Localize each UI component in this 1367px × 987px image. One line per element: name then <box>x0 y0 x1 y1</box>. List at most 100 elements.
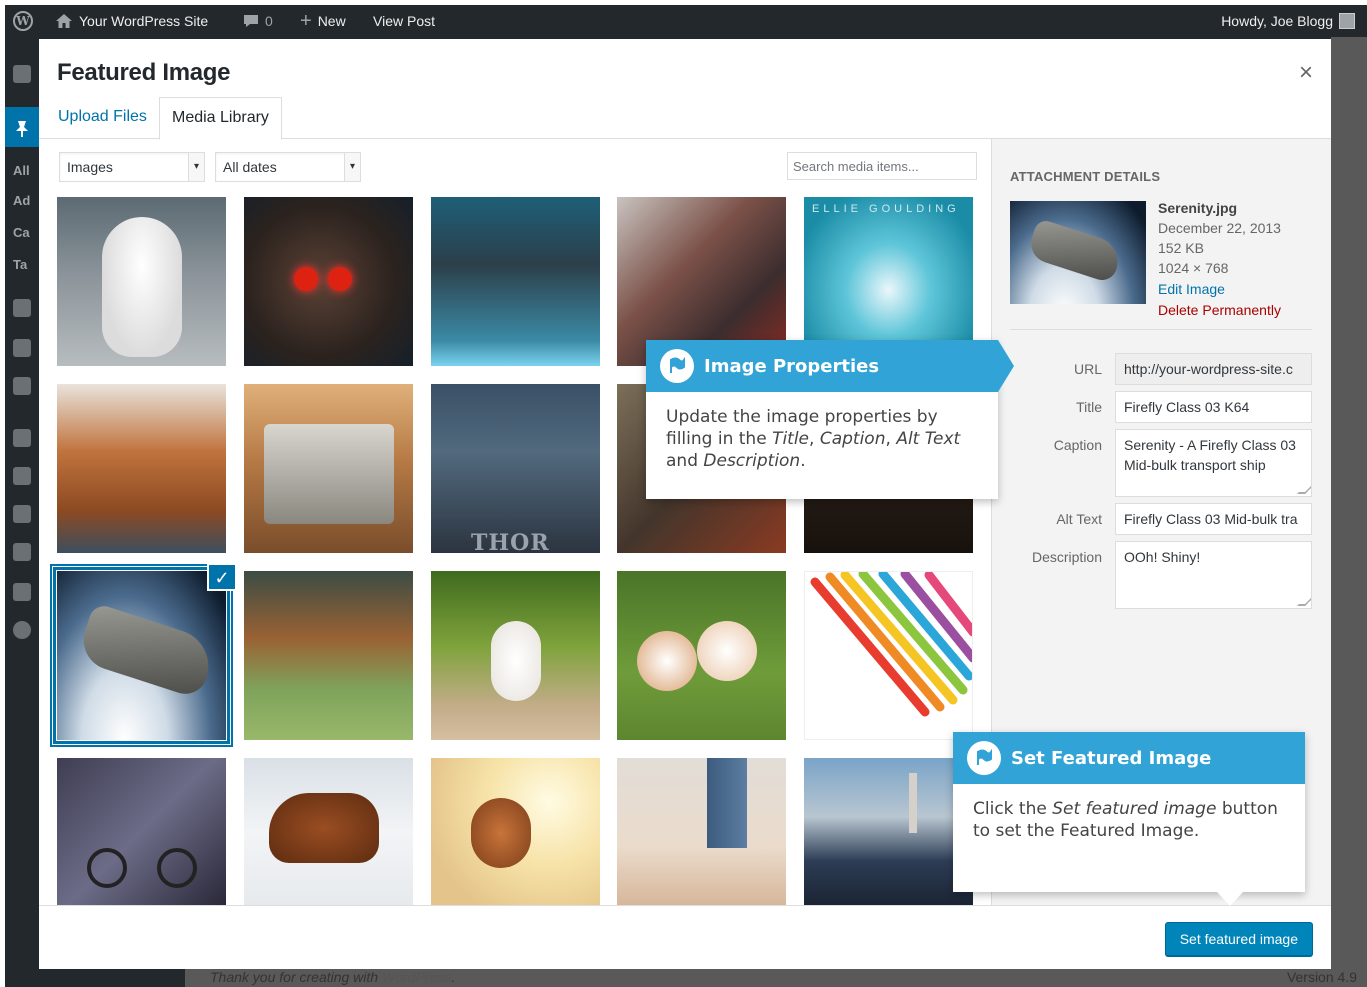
attachment-thumbnail[interactable] <box>244 571 413 740</box>
attachment-thumbnail[interactable] <box>57 384 226 553</box>
pointer-arrow <box>998 340 1014 392</box>
edit-image-link[interactable]: Edit Image <box>1158 281 1225 297</box>
plugins-icon[interactable] <box>13 467 31 485</box>
media-frame-toolbar: Set featured image <box>39 905 1331 969</box>
pointer-em-description: Description <box>703 451 801 471</box>
pin-icon <box>16 121 28 137</box>
attachment-thumbnail[interactable] <box>617 758 786 905</box>
comments-menu-icon[interactable] <box>13 377 31 395</box>
attachment-filesize: 152 KB <box>1158 240 1204 256</box>
view-post-link[interactable]: View Post <box>373 5 435 37</box>
search-input[interactable] <box>787 152 977 180</box>
pointer-em-button: Set featured image <box>1052 799 1217 819</box>
media-type-select[interactable]: Images ▾ <box>59 152 205 182</box>
close-icon[interactable]: × <box>1299 59 1313 87</box>
flag-icon <box>660 349 694 383</box>
attachment-thumbnail[interactable]: THOR <box>431 384 600 553</box>
my-account-menu[interactable]: Howdy, Joe Blogg <box>1221 5 1355 37</box>
submenu-categories[interactable]: Ca <box>13 225 30 240</box>
attachment-thumbnail[interactable] <box>244 197 413 366</box>
submenu-all-posts[interactable]: All <box>13 163 30 178</box>
admin-footer: Thank you for creating with WordPress. V… <box>185 967 1367 987</box>
title-label: Title <box>1076 399 1102 415</box>
attachment-thumbnail[interactable] <box>804 758 973 905</box>
set-featured-image-button[interactable]: Set featured image <box>1164 922 1313 956</box>
description-field[interactable]: OOh! Shiny! <box>1115 541 1312 609</box>
dashboard-icon[interactable] <box>13 65 31 83</box>
pointer-text: and <box>666 451 704 471</box>
wordpress-link[interactable]: WordPress <box>382 969 451 985</box>
url-field[interactable]: http://your-wordpress-site.c <box>1115 353 1312 385</box>
attachment-thumbnail[interactable] <box>804 571 973 740</box>
new-content-menu[interactable]: + New <box>300 5 346 37</box>
attachment-thumbnail[interactable] <box>57 758 226 905</box>
pointer-em-alt: Alt Text <box>896 429 961 449</box>
pointer-text: Click the <box>973 799 1053 819</box>
posts-menu-active[interactable] <box>5 107 39 147</box>
pointer-content: Update the image properties by filling i… <box>646 392 998 486</box>
settings-icon[interactable] <box>13 583 31 601</box>
submenu-tags[interactable]: Ta <box>13 257 27 272</box>
date-filter-value: All dates <box>223 159 277 175</box>
attachment-thumbnail[interactable] <box>57 197 226 366</box>
attachment-thumbnail[interactable] <box>617 571 786 740</box>
attachment-thumbnail[interactable] <box>244 384 413 553</box>
page-backdrop <box>1331 37 1367 967</box>
chevron-down-icon: ▾ <box>188 153 204 181</box>
attachment-details-heading: ATTACHMENT DETAILS <box>1010 169 1161 184</box>
attachment-thumbnail-selected[interactable] <box>53 567 230 744</box>
caption-value: Serenity - A Firefly Class 03 Mid-bulk t… <box>1124 437 1296 473</box>
pointer-em-title: Title <box>772 429 810 449</box>
pointer-title: Image Properties <box>704 355 880 377</box>
media-icon[interactable] <box>13 299 31 317</box>
thumbnail-subject <box>909 773 917 833</box>
thumbnail-subject <box>157 848 197 888</box>
selected-check-icon[interactable]: ✓ <box>207 563 237 591</box>
tab-upload-files[interactable]: Upload Files <box>46 97 159 139</box>
pointer-text: , <box>885 429 897 449</box>
date-filter-select[interactable]: All dates ▾ <box>215 152 361 182</box>
users-icon[interactable] <box>13 505 31 523</box>
media-type-value: Images <box>67 159 113 175</box>
admin-bar: W Your WordPress Site 0 + New View Post … <box>5 5 1367 37</box>
attachment-thumbnail[interactable] <box>431 571 600 740</box>
home-icon <box>56 14 72 28</box>
attachment-dimensions: 1024 × 768 <box>1158 260 1229 276</box>
title-field[interactable]: Firefly Class 03 K64 <box>1115 391 1312 423</box>
alt-text-label: Alt Text <box>1056 511 1102 527</box>
site-name-menu[interactable]: Your WordPress Site <box>55 5 208 37</box>
comments-menu[interactable]: 0 <box>243 5 273 37</box>
submenu-add-new[interactable]: Ad <box>13 193 30 208</box>
poster-title: ELLIE GOULDING <box>812 203 960 215</box>
thumbnail-subject <box>1026 218 1124 284</box>
appearance-icon[interactable] <box>13 429 31 447</box>
tab-media-library[interactable]: Media Library <box>159 97 282 140</box>
thumbnail-subject <box>697 621 757 681</box>
avatar <box>1339 13 1355 29</box>
modal-title: Featured Image <box>57 59 231 86</box>
thumbnail-subject <box>491 621 541 701</box>
wp-logo-menu[interactable]: W <box>13 5 33 37</box>
image-properties-pointer: Image Properties Update the image proper… <box>646 340 998 499</box>
resize-handle-icon[interactable] <box>1297 598 1311 606</box>
comments-count: 0 <box>265 13 273 29</box>
attachment-thumbnail[interactable] <box>431 758 600 905</box>
delete-permanently-link[interactable]: Delete Permanently <box>1158 302 1281 318</box>
attachment-thumbnail[interactable] <box>244 758 413 905</box>
caption-label: Caption <box>1053 437 1102 453</box>
flag-icon <box>967 741 1001 775</box>
footer-thanks-suffix: . <box>451 969 456 985</box>
alt-text-field[interactable]: Firefly Class 03 Mid-bulk tra <box>1115 503 1312 535</box>
url-label: URL <box>1073 361 1102 377</box>
pages-icon[interactable] <box>13 339 31 357</box>
thumbnail-subject <box>328 267 352 291</box>
description-label: Description <box>1031 549 1102 565</box>
tools-icon[interactable] <box>13 543 31 561</box>
poster-title: THOR <box>471 530 550 553</box>
new-label: New <box>317 13 346 29</box>
collapse-menu-icon[interactable] <box>13 621 31 639</box>
plus-icon: + <box>300 10 312 32</box>
resize-handle-icon[interactable] <box>1297 486 1311 494</box>
attachment-thumbnail[interactable] <box>431 197 600 366</box>
caption-field[interactable]: Serenity - A Firefly Class 03 Mid-bulk t… <box>1115 429 1312 497</box>
